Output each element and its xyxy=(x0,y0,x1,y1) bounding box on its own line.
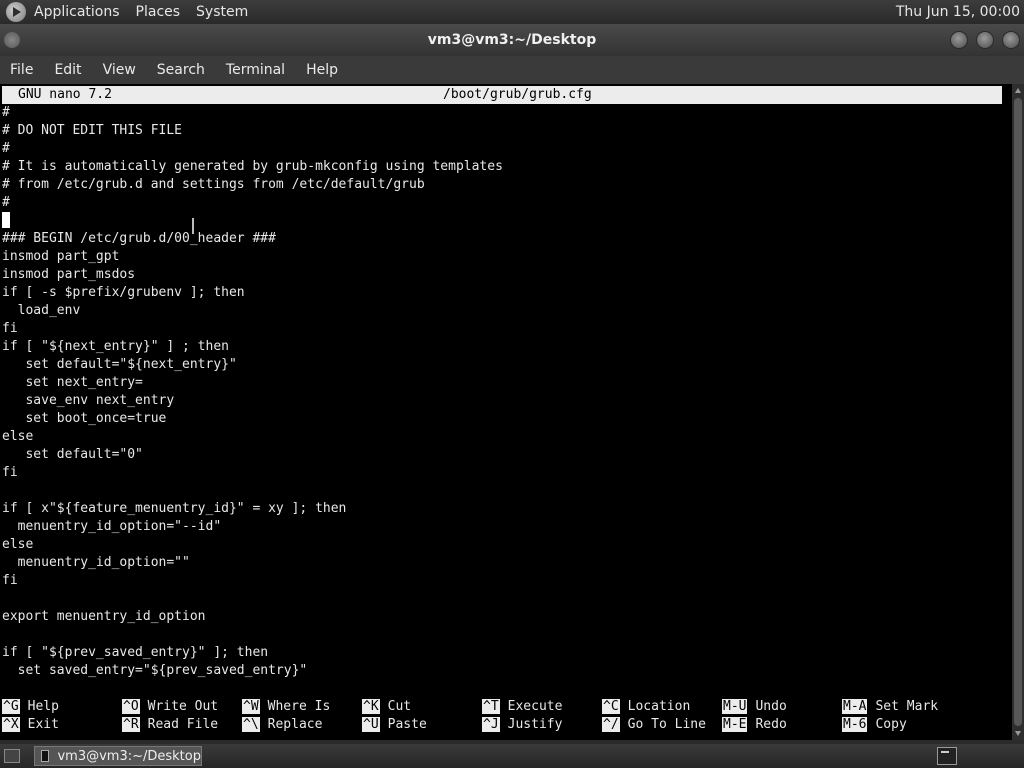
editor-line: set default="0" xyxy=(2,447,143,462)
minimize-icon[interactable] xyxy=(950,31,968,49)
editor-line: set next_entry= xyxy=(2,375,143,390)
terminal-scrollbar[interactable] xyxy=(1012,84,1024,740)
panel-menu-places[interactable]: Places xyxy=(136,4,181,20)
nano-version: GNU nano 7.2 xyxy=(18,87,112,102)
text-cursor xyxy=(2,212,10,228)
editor-line: if [ "${prev_saved_entry}" ]; then xyxy=(2,645,269,660)
taskbar-window-button[interactable]: vm3@vm3:~/Desktop xyxy=(34,746,202,766)
shortcut-where-is[interactable]: ^W Where Is xyxy=(242,698,330,716)
shortcut-set-mark[interactable]: M-A Set Mark xyxy=(842,698,938,716)
editor-line: # from /etc/grub.d and settings from /et… xyxy=(2,177,425,192)
menu-file[interactable]: File xyxy=(10,62,33,78)
mouse-ibeam-icon xyxy=(192,218,194,234)
shortcut-paste[interactable]: ^U Paste xyxy=(362,716,427,734)
editor-line: load_env xyxy=(2,303,81,318)
editor-line: set boot_once=true xyxy=(2,411,167,426)
menu-view[interactable]: View xyxy=(103,62,136,78)
terminal-area[interactable]: GNU nano 7.2 /boot/grub/grub.cfg # # DO … xyxy=(0,84,1012,740)
panel-menu-system[interactable]: System xyxy=(196,4,248,20)
editor-line: set default="${next_entry}" xyxy=(2,357,237,372)
distro-logo-icon[interactable] xyxy=(6,2,26,22)
window-titlebar[interactable]: vm3@vm3:~/Desktop xyxy=(0,24,1024,56)
nano-filename: /boot/grub/grub.cfg xyxy=(443,87,592,102)
shortcut-exit[interactable]: ^X Exit xyxy=(2,716,59,734)
editor-line: # It is automatically generated by grub-… xyxy=(2,159,503,174)
scrollbar-thumb[interactable] xyxy=(1014,98,1022,726)
shortcut-help[interactable]: ^G Help xyxy=(2,698,59,716)
taskbar-window-label: vm3@vm3:~/Desktop xyxy=(57,748,201,764)
bottom-panel: vm3@vm3:~/Desktop xyxy=(0,744,1024,768)
maximize-icon[interactable] xyxy=(976,31,994,49)
menu-edit[interactable]: Edit xyxy=(54,62,81,78)
terminal-icon xyxy=(41,750,50,762)
editor-line: else xyxy=(2,429,34,444)
shortcut-cut[interactable]: ^K Cut xyxy=(362,698,411,716)
shortcut-replace[interactable]: ^\ Replace xyxy=(242,716,322,734)
editor-line: ### BEGIN /etc/grub.d/00_header ### xyxy=(2,231,276,246)
shortcut-location[interactable]: ^C Location xyxy=(602,698,690,716)
editor-line: export menuentry_id_option xyxy=(2,609,206,624)
workspace-switcher-icon[interactable] xyxy=(937,747,957,765)
shortcut-go-to-line[interactable]: ^/Go To Line xyxy=(602,716,706,734)
nano-shortcut-bar: ^G Help ^X Exit ^O Write Out ^R Read File ^W… xyxy=(2,698,1002,734)
menu-help[interactable]: Help xyxy=(306,62,338,78)
editor-line: if [ -s $prefix/grubenv ]; then xyxy=(2,285,245,300)
shortcut-copy[interactable]: M-6 Copy xyxy=(842,716,907,734)
terminal-menubar: File Edit View Search Terminal Help xyxy=(0,56,1024,84)
editor-line: if [ "${next_entry}" ] ; then xyxy=(2,339,229,354)
editor-line: menuentry_id_option="" xyxy=(2,555,190,570)
shortcut-write-out[interactable]: ^O Write Out xyxy=(122,698,218,716)
window-title: vm3@vm3:~/Desktop xyxy=(427,32,597,48)
editor-line: else xyxy=(2,537,34,552)
scroll-up-icon[interactable] xyxy=(1015,88,1021,93)
close-icon[interactable] xyxy=(1002,31,1020,49)
editor-line: insmod part_msdos xyxy=(2,267,136,282)
editor-line: if [ x"${feature_menuentry_id}" = xy ]; … xyxy=(2,501,347,516)
editor-buffer[interactable]: # # DO NOT EDIT THIS FILE # # It is auto… xyxy=(2,104,1002,680)
panel-clock[interactable]: Thu Jun 15, 00:00 xyxy=(896,4,1020,20)
editor-line: menuentry_id_option="--id" xyxy=(2,519,222,534)
top-panel: Applications Places System Thu Jun 15, 0… xyxy=(0,0,1024,24)
editor-line: # xyxy=(2,195,10,210)
shortcut-read-file[interactable]: ^R Read File xyxy=(122,716,218,734)
editor-line: set saved_entry="${prev_saved_entry}" xyxy=(2,663,308,678)
nano-title-bar: GNU nano 7.2 /boot/grub/grub.cfg xyxy=(2,86,1002,104)
shortcut-undo[interactable]: M-U Undo xyxy=(722,698,787,716)
panel-menu-applications[interactable]: Applications xyxy=(34,4,120,20)
editor-line: fi xyxy=(2,465,18,480)
editor-line: # xyxy=(2,141,10,156)
editor-line: fi xyxy=(2,573,18,588)
menu-search[interactable]: Search xyxy=(157,62,205,78)
scroll-down-icon[interactable] xyxy=(1015,731,1021,736)
editor-line: insmod part_gpt xyxy=(2,249,120,264)
editor-line: save_env next_entry xyxy=(2,393,175,408)
menu-terminal[interactable]: Terminal xyxy=(226,62,285,78)
show-desktop-icon[interactable] xyxy=(4,749,20,763)
shortcut-justify[interactable]: ^J Justify xyxy=(482,716,562,734)
shortcut-execute[interactable]: ^T Execute xyxy=(482,698,562,716)
editor-line: # xyxy=(2,105,10,120)
shortcut-redo[interactable]: M-E Redo xyxy=(722,716,787,734)
editor-line: fi xyxy=(2,321,18,336)
editor-line: # DO NOT EDIT THIS FILE xyxy=(2,123,183,138)
